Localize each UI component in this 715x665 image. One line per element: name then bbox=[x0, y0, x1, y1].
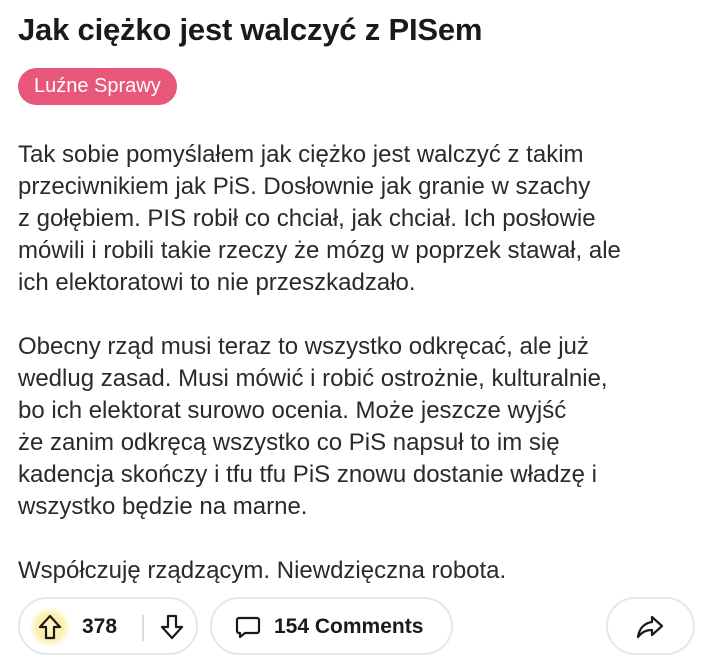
vote-divider bbox=[142, 615, 144, 641]
share-button[interactable] bbox=[606, 597, 695, 655]
speech-bubble-icon bbox=[228, 607, 268, 647]
body-line: wszystko będzie na marne. bbox=[18, 493, 308, 520]
body-line: Tak sobie pomyślałem jak ciężko jest wal… bbox=[18, 141, 584, 168]
share-arrow-icon bbox=[630, 607, 670, 647]
body-line: wedlug zasad. Musi mówić i robić ostrożn… bbox=[18, 365, 608, 392]
comments-label: 154 Comments bbox=[274, 615, 424, 638]
body-paragraph: Tak sobie pomyślałem jak ciężko jest wal… bbox=[18, 139, 708, 299]
post-card: Jak ciężko jest walczyć z PISem Luźne Sp… bbox=[0, 0, 715, 665]
downvote-button[interactable] bbox=[152, 607, 192, 647]
body-line: bo ich elektorat surowo ocenia. Może jes… bbox=[18, 397, 567, 424]
arrow-up-icon bbox=[38, 614, 62, 640]
body-line: z gołębiem. PIS robił co chciał, jak chc… bbox=[18, 205, 596, 232]
vote-count: 378 bbox=[82, 615, 118, 638]
post-flair[interactable]: Luźne Sprawy bbox=[18, 68, 177, 105]
vote-pill: 378 bbox=[18, 597, 198, 655]
post-action-bar: 378 154 Comments bbox=[18, 597, 698, 657]
body-line: Współczuję rządzącym. Niewdzięczna robot… bbox=[18, 557, 507, 584]
body-paragraph: Obecny rząd musi teraz to wszystko odkrę… bbox=[18, 331, 708, 523]
comments-button[interactable]: 154 Comments bbox=[210, 597, 453, 655]
post-title[interactable]: Jak ciężko jest walczyć z PISem bbox=[18, 10, 482, 50]
body-line: przeciwnikiem jak PiS. Dosłownie jak gra… bbox=[18, 173, 591, 200]
post-body: Tak sobie pomyślałem jak ciężko jest wal… bbox=[18, 139, 708, 587]
body-line: mówili i robili takie rzeczy że mózg w p… bbox=[18, 237, 621, 264]
upvote-button[interactable] bbox=[30, 607, 70, 647]
body-paragraph: Współczuję rządzącym. Niewdzięczna robot… bbox=[18, 555, 708, 587]
arrow-down-icon bbox=[160, 614, 184, 640]
body-line: ich elektoratowi to nie przeszkadzało. bbox=[18, 269, 416, 296]
body-line: że zanim odkręcą wszystko co PiS napsuł … bbox=[18, 429, 560, 456]
body-line: kadencja skończy i tfu tfu PiS znowu dos… bbox=[18, 461, 597, 488]
body-line: Obecny rząd musi teraz to wszystko odkrę… bbox=[18, 333, 589, 360]
